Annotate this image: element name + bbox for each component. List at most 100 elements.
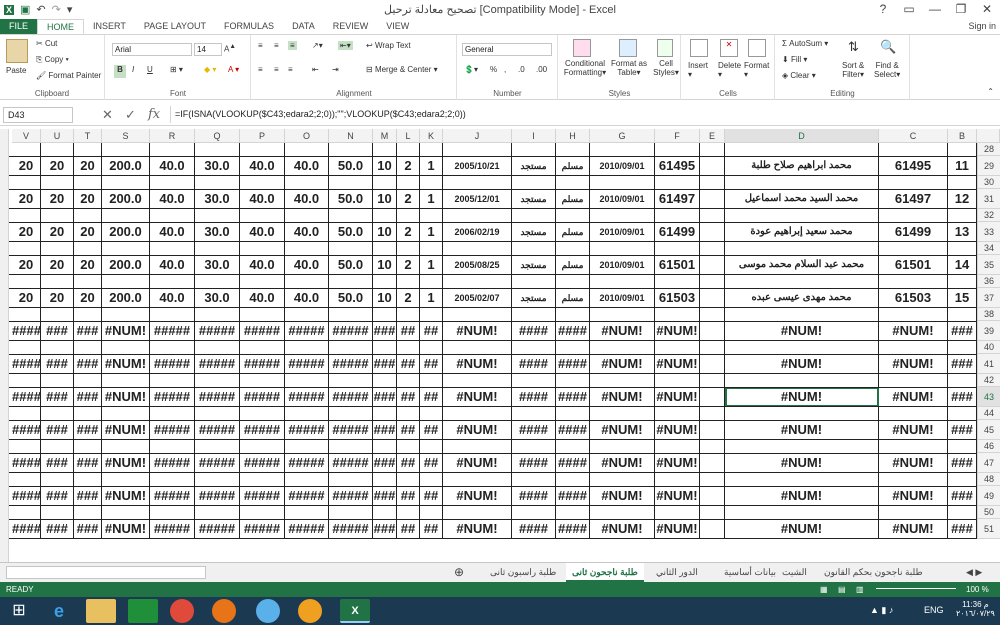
cell-u45[interactable]: ### (41, 420, 74, 440)
cell-b31[interactable]: 12 (948, 189, 977, 209)
conditional-formatting-icon[interactable] (573, 39, 591, 57)
empty-cell[interactable] (150, 407, 195, 420)
cell-k33[interactable]: 1 (420, 222, 443, 242)
copy-button[interactable]: ⎘ Copy ▾ (36, 55, 69, 65)
start-windows-icon[interactable]: ⊞ (4, 599, 34, 623)
row-header-45[interactable]: 45 (977, 420, 1000, 440)
cell-s47[interactable]: #NUM! (102, 453, 150, 473)
select-all-corner[interactable] (977, 129, 1000, 143)
cell-t45[interactable]: ### (74, 420, 102, 440)
empty-cell[interactable] (725, 209, 879, 222)
empty-cell[interactable] (700, 407, 725, 420)
cell-u31[interactable]: 20 (41, 189, 74, 209)
empty-cell[interactable] (948, 407, 977, 420)
cell-v39[interactable]: #### (12, 321, 41, 341)
empty-cell[interactable] (556, 440, 590, 453)
cell-s39[interactable]: #NUM! (102, 321, 150, 341)
empty-cell[interactable] (285, 209, 329, 222)
cell-m49[interactable]: ### (373, 486, 397, 506)
empty-cell[interactable] (655, 506, 700, 519)
cell-i45[interactable]: #### (512, 420, 556, 440)
cell-o45[interactable]: ##### (285, 420, 329, 440)
cell-k37[interactable]: 1 (420, 288, 443, 308)
empty-cell[interactable] (195, 506, 240, 519)
empty-cell[interactable] (879, 506, 948, 519)
empty-cell[interactable] (373, 440, 397, 453)
empty-cell[interactable] (373, 308, 397, 321)
empty-cell[interactable] (373, 407, 397, 420)
empty-cell[interactable] (879, 473, 948, 486)
help-button[interactable]: ? (870, 0, 896, 19)
cell-o47[interactable]: ##### (285, 453, 329, 473)
cell-q31[interactable]: 30.0 (195, 189, 240, 209)
empty-cell[interactable] (150, 440, 195, 453)
empty-cell[interactable] (285, 473, 329, 486)
cell-l47[interactable]: ## (397, 453, 420, 473)
empty-cell[interactable] (948, 440, 977, 453)
cell-u29[interactable]: 20 (41, 156, 74, 176)
cell-p33[interactable]: 40.0 (240, 222, 285, 242)
find-select-icon[interactable]: 🔍 (880, 39, 896, 55)
empty-cell[interactable] (74, 209, 102, 222)
cell-n49[interactable]: ##### (329, 486, 373, 506)
cell-j45[interactable]: #NUM! (443, 420, 512, 440)
empty-cell[interactable] (329, 143, 373, 156)
cell-r51[interactable]: ##### (150, 519, 195, 539)
cancel-icon[interactable]: ✕ (102, 107, 113, 123)
cell-r35[interactable]: 40.0 (150, 255, 195, 275)
empty-cell[interactable] (12, 209, 41, 222)
row-header-42[interactable]: 42 (977, 374, 1000, 387)
cell-m35[interactable]: 10 (373, 255, 397, 275)
cell-h51[interactable]: #### (556, 519, 590, 539)
cell-styles-icon[interactable] (657, 39, 673, 57)
empty-cell[interactable] (879, 176, 948, 189)
cell-k41[interactable]: ## (420, 354, 443, 374)
empty-cell[interactable] (397, 143, 420, 156)
empty-cell[interactable] (74, 275, 102, 288)
conditional-formatting-button[interactable]: Conditional Formatting▾ (561, 59, 609, 77)
tab-view[interactable]: VIEW (377, 19, 418, 34)
empty-cell[interactable] (285, 176, 329, 189)
empty-cell[interactable] (879, 143, 948, 156)
cell-e39[interactable] (700, 321, 725, 341)
empty-cell[interactable] (590, 473, 655, 486)
cell-v33[interactable]: 20 (12, 222, 41, 242)
cell-styles-button[interactable]: Cell Styles▾ (651, 59, 681, 77)
empty-cell[interactable] (150, 473, 195, 486)
cell-u35[interactable]: 20 (41, 255, 74, 275)
empty-cell[interactable] (700, 341, 725, 354)
column-header-s[interactable]: S (102, 129, 150, 143)
empty-cell[interactable] (74, 176, 102, 189)
cell-l45[interactable]: ## (397, 420, 420, 440)
uc-browser-icon[interactable] (298, 599, 322, 623)
cell-b33[interactable]: 13 (948, 222, 977, 242)
cell-e51[interactable] (700, 519, 725, 539)
cell-l35[interactable]: 2 (397, 255, 420, 275)
cell-l29[interactable]: 2 (397, 156, 420, 176)
empty-cell[interactable] (329, 407, 373, 420)
new-sheet-icon[interactable]: ⊕ (448, 563, 470, 582)
cell-q49[interactable]: ##### (195, 486, 240, 506)
empty-cell[interactable] (556, 407, 590, 420)
cell-c51[interactable]: #NUM! (879, 519, 948, 539)
cell-i49[interactable]: #### (512, 486, 556, 506)
empty-cell[interactable] (12, 176, 41, 189)
cell-s33[interactable]: 200.0 (102, 222, 150, 242)
cell-c33[interactable]: 61499 (879, 222, 948, 242)
empty-cell[interactable] (397, 341, 420, 354)
cell-m51[interactable]: ### (373, 519, 397, 539)
empty-cell[interactable] (420, 374, 443, 387)
empty-cell[interactable] (590, 209, 655, 222)
cell-g35[interactable]: 2010/09/01 (590, 255, 655, 275)
cell-b51[interactable]: ### (948, 519, 977, 539)
cell-q35[interactable]: 30.0 (195, 255, 240, 275)
empty-cell[interactable] (443, 341, 512, 354)
sheet-tab-3[interactable]: بيانات أساسية (718, 563, 782, 582)
empty-cell[interactable] (725, 242, 879, 255)
empty-cell[interactable] (102, 506, 150, 519)
empty-cell[interactable] (879, 308, 948, 321)
empty-cell[interactable] (12, 407, 41, 420)
empty-cell[interactable] (879, 440, 948, 453)
cell-j31[interactable]: 2005/12/01 (443, 189, 512, 209)
cell-r31[interactable]: 40.0 (150, 189, 195, 209)
